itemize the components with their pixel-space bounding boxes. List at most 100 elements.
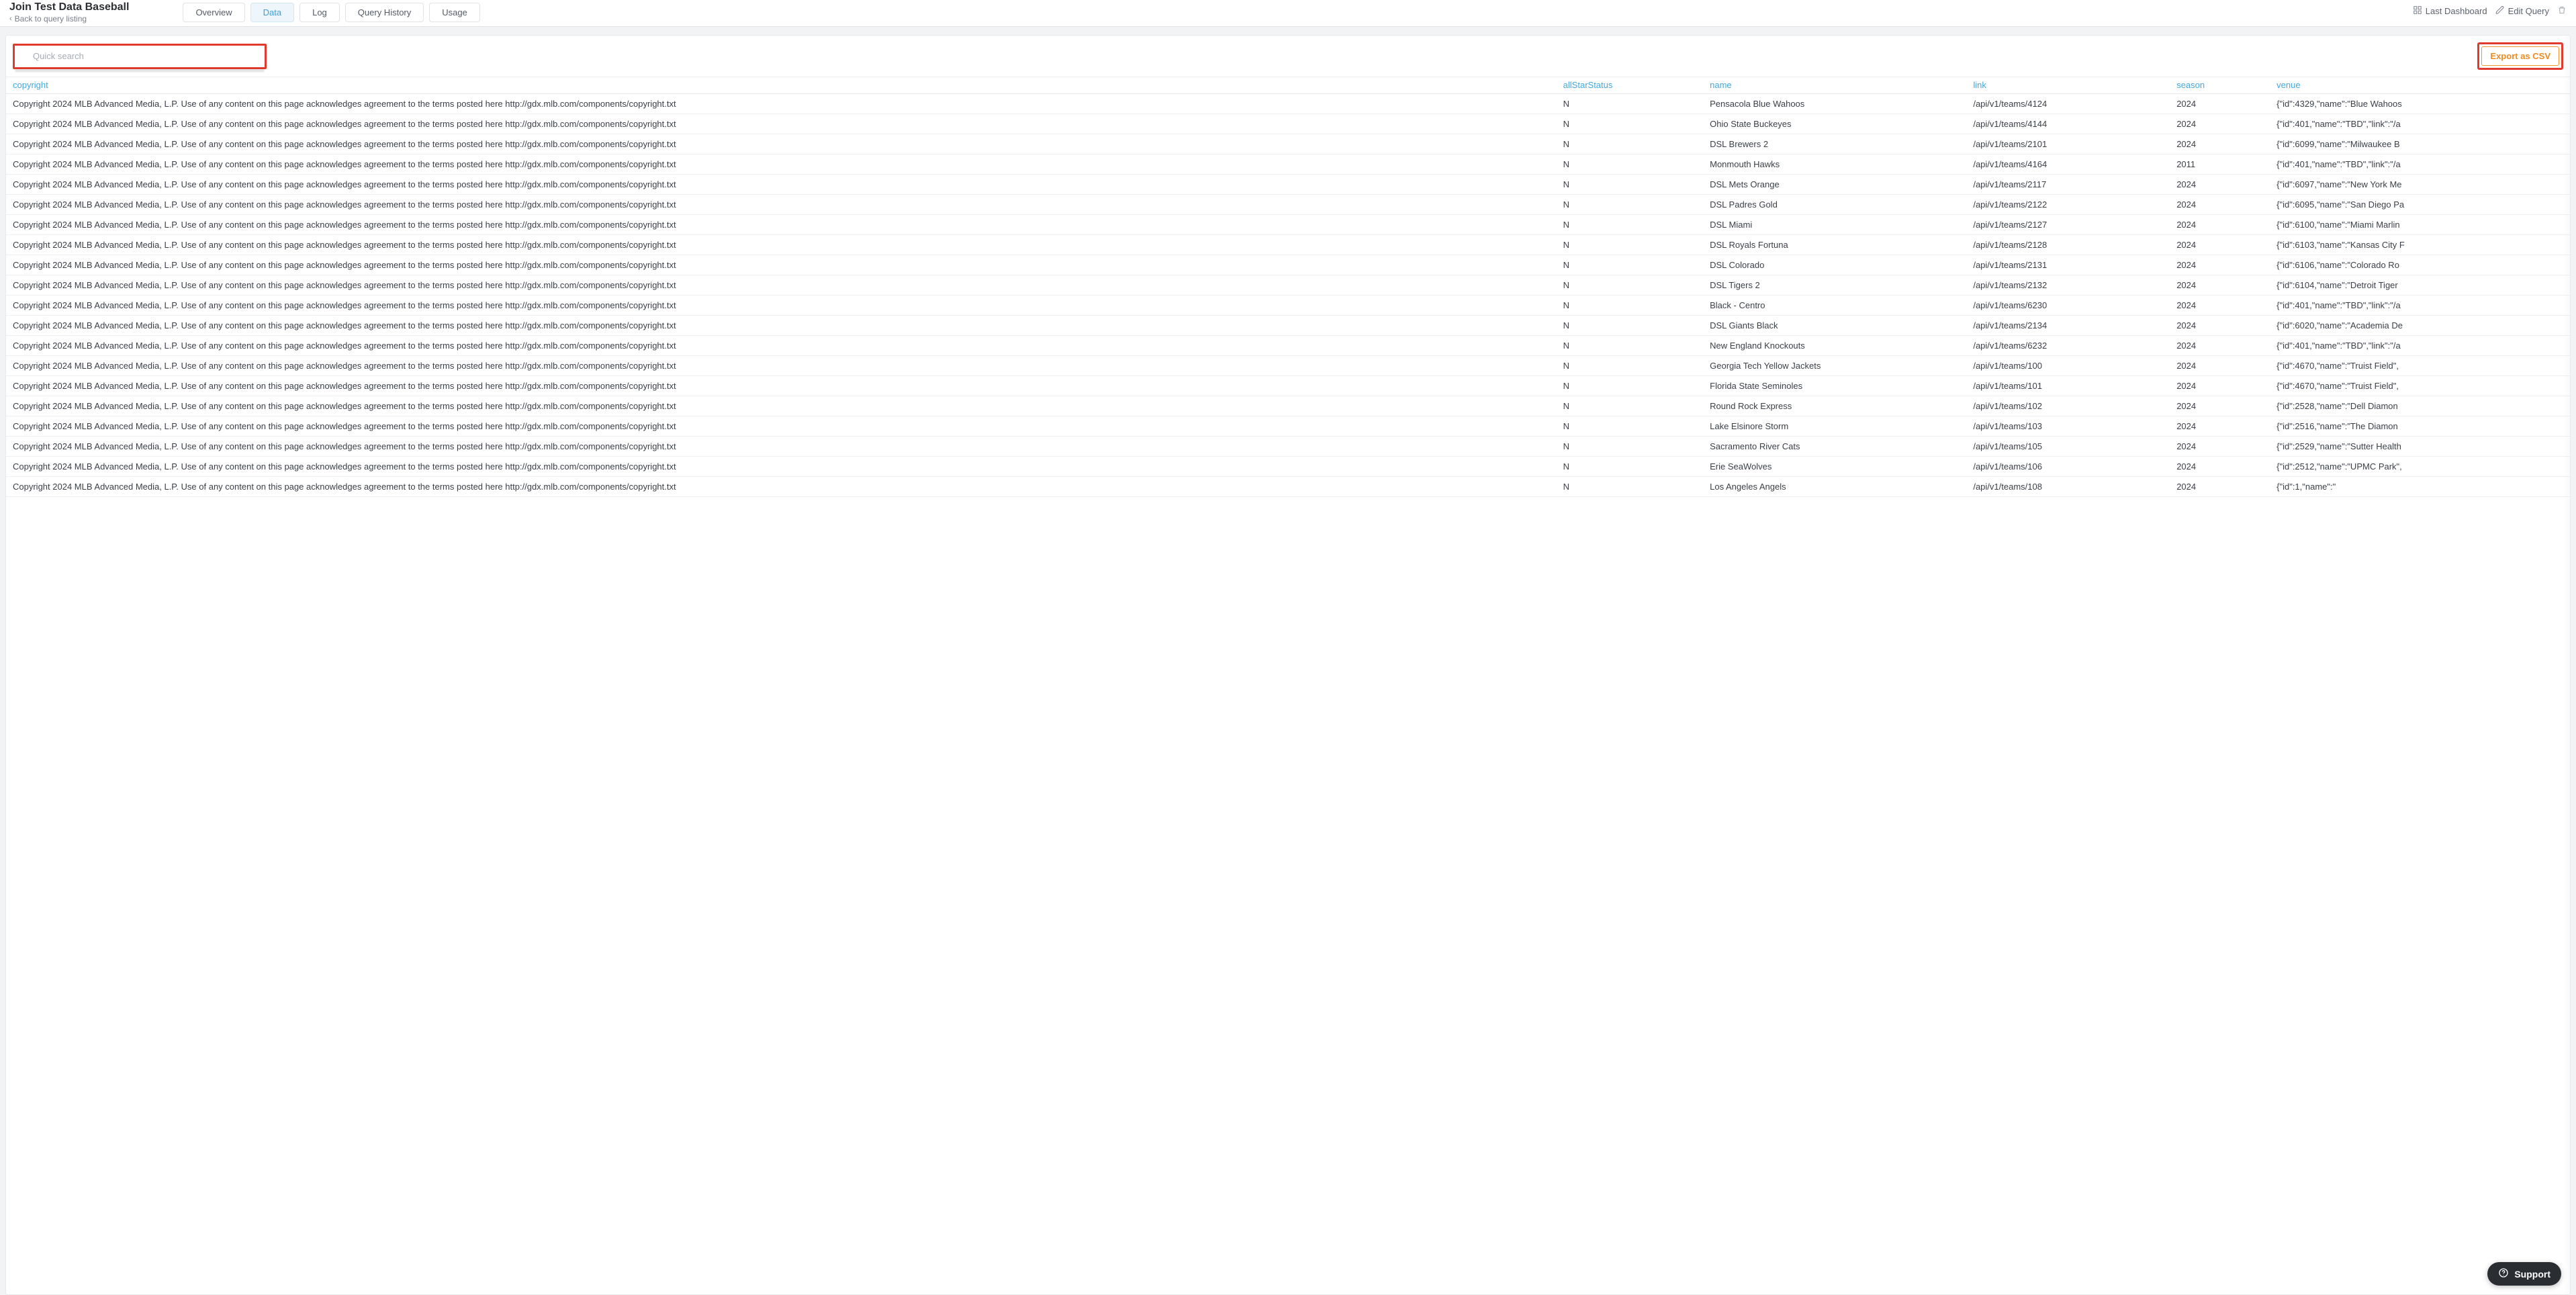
- cell-copyright: Copyright 2024 MLB Advanced Media, L.P. …: [6, 215, 1557, 235]
- cell-venue: {"id":401,"name":"TBD","link":"/a: [2270, 296, 2570, 316]
- cell-season: 2024: [2170, 134, 2270, 154]
- cell-name: Los Angeles Angels: [1703, 477, 1966, 497]
- cell-copyright: Copyright 2024 MLB Advanced Media, L.P. …: [6, 154, 1557, 175]
- col-header-name[interactable]: name: [1703, 77, 1966, 94]
- cell-season: 2024: [2170, 477, 2270, 497]
- cell-name: DSL Miami: [1703, 215, 1966, 235]
- table-row[interactable]: Copyright 2024 MLB Advanced Media, L.P. …: [6, 316, 2570, 336]
- col-header-copyright[interactable]: copyright: [6, 77, 1557, 94]
- cell-link: /api/v1/teams/4144: [1966, 114, 2170, 134]
- cell-allstarstatus: N: [1557, 235, 1703, 255]
- cell-venue: {"id":2512,"name":"UPMC Park",: [2270, 457, 2570, 477]
- last-dashboard-link[interactable]: Last Dashboard: [2413, 5, 2487, 17]
- cell-allstarstatus: N: [1557, 175, 1703, 195]
- table-row[interactable]: Copyright 2024 MLB Advanced Media, L.P. …: [6, 396, 2570, 416]
- cell-season: 2024: [2170, 437, 2270, 457]
- tab-query-history[interactable]: Query History: [345, 3, 424, 22]
- table-row[interactable]: Copyright 2024 MLB Advanced Media, L.P. …: [6, 457, 2570, 477]
- cell-season: 2024: [2170, 296, 2270, 316]
- col-header-venue[interactable]: venue: [2270, 77, 2570, 94]
- cell-venue: {"id":1,"name":": [2270, 477, 2570, 497]
- cell-season: 2024: [2170, 195, 2270, 215]
- cell-venue: {"id":6099,"name":"Milwaukee B: [2270, 134, 2570, 154]
- table-row[interactable]: Copyright 2024 MLB Advanced Media, L.P. …: [6, 356, 2570, 376]
- table-row[interactable]: Copyright 2024 MLB Advanced Media, L.P. …: [6, 275, 2570, 296]
- col-header-allstarstatus[interactable]: allStarStatus: [1557, 77, 1703, 94]
- col-header-link[interactable]: link: [1966, 77, 2170, 94]
- cell-allstarstatus: N: [1557, 396, 1703, 416]
- cell-venue: {"id":6106,"name":"Colorado Ro: [2270, 255, 2570, 275]
- cell-name: Pensacola Blue Wahoos: [1703, 94, 1966, 114]
- table-row[interactable]: Copyright 2024 MLB Advanced Media, L.P. …: [6, 154, 2570, 175]
- panel-toolbar: Export as CSV: [6, 36, 2570, 77]
- cell-link: /api/v1/teams/108: [1966, 477, 2170, 497]
- cell-copyright: Copyright 2024 MLB Advanced Media, L.P. …: [6, 235, 1557, 255]
- cell-link: /api/v1/teams/2101: [1966, 134, 2170, 154]
- cell-venue: {"id":2529,"name":"Sutter Health: [2270, 437, 2570, 457]
- table-row[interactable]: Copyright 2024 MLB Advanced Media, L.P. …: [6, 255, 2570, 275]
- edit-query-link[interactable]: Edit Query: [2495, 5, 2549, 17]
- cell-link: /api/v1/teams/6230: [1966, 296, 2170, 316]
- cell-season: 2024: [2170, 396, 2270, 416]
- table-row[interactable]: Copyright 2024 MLB Advanced Media, L.P. …: [6, 215, 2570, 235]
- support-button[interactable]: Support: [2487, 1262, 2561, 1286]
- cell-venue: {"id":6104,"name":"Detroit Tiger: [2270, 275, 2570, 296]
- cell-link: /api/v1/teams/2128: [1966, 235, 2170, 255]
- cell-allstarstatus: N: [1557, 437, 1703, 457]
- quick-search-input[interactable]: [15, 46, 264, 66]
- title-block: Join Test Data Baseball ‹ Back to query …: [9, 1, 129, 24]
- table-row[interactable]: Copyright 2024 MLB Advanced Media, L.P. …: [6, 195, 2570, 215]
- cell-link: /api/v1/teams/102: [1966, 396, 2170, 416]
- cell-name: Florida State Seminoles: [1703, 376, 1966, 396]
- cell-copyright: Copyright 2024 MLB Advanced Media, L.P. …: [6, 296, 1557, 316]
- table-row[interactable]: Copyright 2024 MLB Advanced Media, L.P. …: [6, 235, 2570, 255]
- cell-allstarstatus: N: [1557, 215, 1703, 235]
- cell-link: /api/v1/teams/105: [1966, 437, 2170, 457]
- cell-link: /api/v1/teams/100: [1966, 356, 2170, 376]
- delete-query-button[interactable]: [2557, 5, 2567, 17]
- table-row[interactable]: Copyright 2024 MLB Advanced Media, L.P. …: [6, 134, 2570, 154]
- cell-link: /api/v1/teams/2127: [1966, 215, 2170, 235]
- cell-name: Ohio State Buckeyes: [1703, 114, 1966, 134]
- table-row[interactable]: Copyright 2024 MLB Advanced Media, L.P. …: [6, 416, 2570, 437]
- cell-link: /api/v1/teams/101: [1966, 376, 2170, 396]
- cell-name: DSL Mets Orange: [1703, 175, 1966, 195]
- cell-name: DSL Royals Fortuna: [1703, 235, 1966, 255]
- table-row[interactable]: Copyright 2024 MLB Advanced Media, L.P. …: [6, 114, 2570, 134]
- cell-name: DSL Tigers 2: [1703, 275, 1966, 296]
- tab-log[interactable]: Log: [300, 3, 340, 22]
- table-scroll-region[interactable]: copyrightallStarStatusnamelinkseasonvenu…: [6, 77, 2570, 1294]
- data-panel: Export as CSV copyrightallStarStatusname…: [5, 35, 2571, 1295]
- tab-data[interactable]: Data: [250, 3, 294, 22]
- cell-season: 2011: [2170, 154, 2270, 175]
- cell-link: /api/v1/teams/2131: [1966, 255, 2170, 275]
- trash-icon: [2557, 5, 2567, 17]
- table-row[interactable]: Copyright 2024 MLB Advanced Media, L.P. …: [6, 336, 2570, 356]
- cell-season: 2024: [2170, 336, 2270, 356]
- cell-venue: {"id":6020,"name":"Academia De: [2270, 316, 2570, 336]
- table-row[interactable]: Copyright 2024 MLB Advanced Media, L.P. …: [6, 376, 2570, 396]
- table-body: Copyright 2024 MLB Advanced Media, L.P. …: [6, 94, 2570, 497]
- cell-link: /api/v1/teams/6232: [1966, 336, 2170, 356]
- cell-name: DSL Giants Black: [1703, 316, 1966, 336]
- cell-link: /api/v1/teams/103: [1966, 416, 2170, 437]
- table-row[interactable]: Copyright 2024 MLB Advanced Media, L.P. …: [6, 437, 2570, 457]
- back-to-query-listing-link[interactable]: ‹ Back to query listing: [9, 14, 129, 24]
- table-row[interactable]: Copyright 2024 MLB Advanced Media, L.P. …: [6, 477, 2570, 497]
- cell-venue: {"id":2516,"name":"The Diamon: [2270, 416, 2570, 437]
- cell-allstarstatus: N: [1557, 94, 1703, 114]
- cell-season: 2024: [2170, 235, 2270, 255]
- cell-allstarstatus: N: [1557, 154, 1703, 175]
- table-row[interactable]: Copyright 2024 MLB Advanced Media, L.P. …: [6, 175, 2570, 195]
- cell-copyright: Copyright 2024 MLB Advanced Media, L.P. …: [6, 255, 1557, 275]
- table-row[interactable]: Copyright 2024 MLB Advanced Media, L.P. …: [6, 94, 2570, 114]
- col-header-season[interactable]: season: [2170, 77, 2270, 94]
- cell-venue: {"id":4670,"name":"Truist Field",: [2270, 376, 2570, 396]
- table-row[interactable]: Copyright 2024 MLB Advanced Media, L.P. …: [6, 296, 2570, 316]
- tab-overview[interactable]: Overview: [183, 3, 244, 22]
- cell-allstarstatus: N: [1557, 195, 1703, 215]
- export-csv-button[interactable]: Export as CSV: [2481, 46, 2559, 66]
- cell-copyright: Copyright 2024 MLB Advanced Media, L.P. …: [6, 336, 1557, 356]
- cell-name: DSL Brewers 2: [1703, 134, 1966, 154]
- tab-usage[interactable]: Usage: [429, 3, 480, 22]
